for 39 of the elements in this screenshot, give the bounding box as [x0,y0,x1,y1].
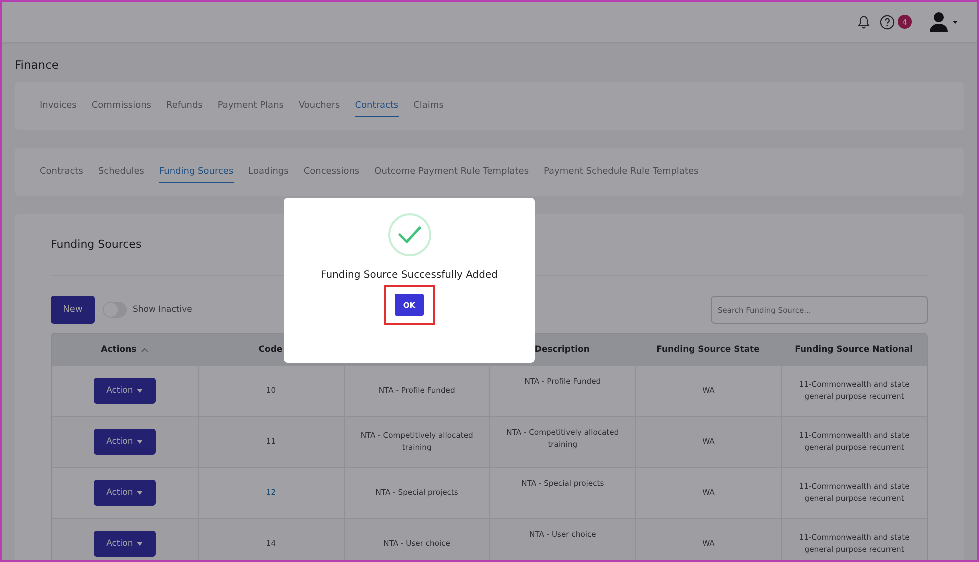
header-text: Funding Source National [795,344,914,354]
caret-icon [137,389,144,393]
tab[interactable]: Contracts [40,162,84,182]
tab[interactable]: Vouchers [298,96,340,116]
header-text: Code [258,344,283,354]
header-text: Description [534,344,590,354]
tab[interactable]: Refunds [166,96,203,116]
bell-icon[interactable] [857,14,871,30]
tab[interactable]: Payment Schedule Rule Templates [544,162,699,182]
user-avatar-icon[interactable] [929,12,959,32]
tab[interactable]: Schedules [98,162,144,182]
column-header[interactable]: Actions [52,334,198,365]
column-header[interactable]: Funding Source State [635,334,782,365]
tab[interactable]: Outcome Payment Rule Templates [374,162,530,182]
new-button[interactable]: New [51,296,95,324]
caret-icon [137,542,144,546]
page-title: Finance [15,58,60,72]
action-button[interactable]: Action [94,378,156,404]
action-button[interactable]: Action [94,429,156,455]
action-button[interactable]: Action [94,531,156,557]
tab[interactable]: Invoices [40,96,77,116]
header-text: Funding Source State [656,344,760,354]
tab[interactable]: Commissions [92,96,152,116]
notification-badge: 4 [898,15,912,29]
tab[interactable]: Payment Plans [218,96,284,116]
action-button[interactable]: Action [94,480,156,506]
sort-caret-icon [140,346,149,352]
tab[interactable]: Funding Sources [159,162,234,182]
column-header[interactable]: Funding Source National [781,334,927,365]
tab[interactable]: Concessions [304,162,360,182]
caret-icon [137,440,144,444]
tab[interactable]: Claims [414,96,444,116]
tab[interactable]: Contracts [355,96,399,116]
success-check-icon [388,213,432,257]
toggle-label: Show Inactive [133,305,192,315]
caret-icon [137,491,144,495]
header-text: Actions [101,344,137,354]
tab[interactable]: Loadings [248,162,289,182]
help-icon[interactable] [880,14,895,30]
